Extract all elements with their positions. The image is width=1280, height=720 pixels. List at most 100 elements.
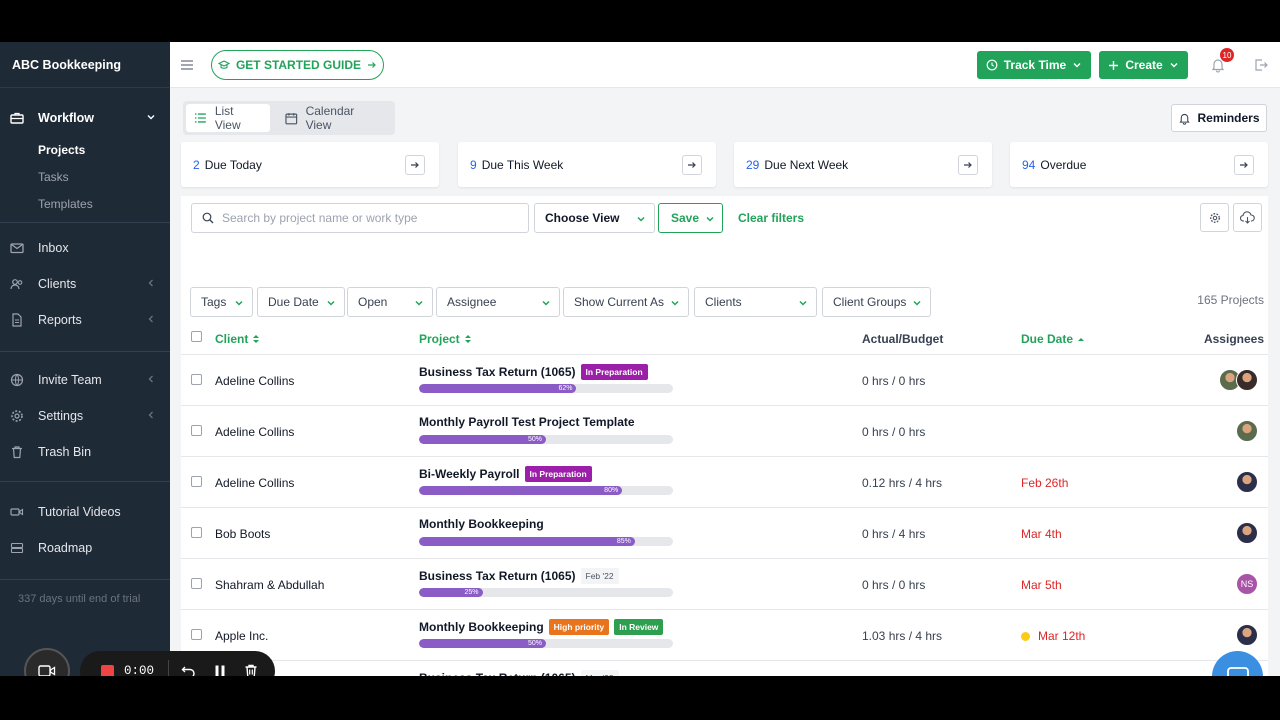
stat-card-due-next-week[interactable]: 29 Due Next Week xyxy=(734,142,992,187)
arrow-right-icon[interactable] xyxy=(405,155,425,175)
logout-icon[interactable] xyxy=(1254,58,1268,72)
table-row[interactable]: Adeline Collins Bi-Weekly Payroll In Prep… xyxy=(181,457,1268,508)
column-due-date[interactable]: Due Date xyxy=(1021,332,1085,346)
sidebar-item-label: Inbox xyxy=(38,241,69,255)
row-checkbox[interactable] xyxy=(191,629,202,640)
arrow-right-icon[interactable] xyxy=(682,155,702,175)
export-button[interactable] xyxy=(1233,203,1262,232)
arrow-right-icon[interactable] xyxy=(1234,155,1254,175)
filter-client-groups[interactable]: Client Groups xyxy=(822,287,931,317)
client-name[interactable]: Adeline Collins xyxy=(215,374,294,388)
guide-label: GET STARTED GUIDE xyxy=(235,58,362,72)
sidebar-item-reports[interactable]: Reports xyxy=(0,305,170,335)
row-checkbox[interactable] xyxy=(191,374,202,385)
sidebar-item-inbox[interactable]: Inbox xyxy=(0,233,170,263)
pause-icon[interactable] xyxy=(212,663,228,676)
stop-recording-button[interactable] xyxy=(101,664,114,676)
project-title[interactable]: Business Tax Return (1065) In Preparation xyxy=(419,364,648,380)
sidebar-item-trash[interactable]: Trash Bin xyxy=(0,437,170,467)
avatar[interactable] xyxy=(1236,420,1258,442)
get-started-guide-button[interactable]: GET STARTED GUIDE xyxy=(211,50,384,80)
due-date-text: Mar 5th xyxy=(1021,578,1062,592)
table-row[interactable]: Adeline Collins Monthly Payroll Test Pro… xyxy=(181,406,1268,457)
undo-icon[interactable] xyxy=(181,663,197,676)
sort-icon xyxy=(253,335,260,343)
avatar[interactable] xyxy=(1236,471,1258,493)
actual-budget: 0 hrs / 0 hrs xyxy=(862,578,926,592)
trash-icon[interactable] xyxy=(243,663,259,676)
sidebar-item-projects[interactable]: Projects xyxy=(38,143,85,157)
table-row[interactable]: Bob Boots Monthly Bookkeeping 85% 0 hrs … xyxy=(181,508,1268,559)
filter-show-current-as[interactable]: Show Current As xyxy=(563,287,689,317)
create-button[interactable]: Create xyxy=(1099,51,1188,79)
row-checkbox[interactable] xyxy=(191,425,202,436)
actual-budget: 0 hrs / 0 hrs xyxy=(862,374,926,388)
sidebar-item-tutorials[interactable]: Tutorial Videos xyxy=(0,497,170,527)
sidebar-item-roadmap[interactable]: Roadmap xyxy=(0,533,170,563)
table-row[interactable]: Shahram & Abdullah Business Tax Return (… xyxy=(181,661,1268,676)
settings-button[interactable] xyxy=(1200,203,1229,232)
stat-card-due-this-week[interactable]: 9 Due This Week xyxy=(458,142,716,187)
client-name[interactable]: Adeline Collins xyxy=(215,476,294,490)
filter-clients[interactable]: Clients xyxy=(694,287,817,317)
sidebar-item-invite-team[interactable]: Invite Team xyxy=(0,365,170,395)
globe-icon xyxy=(10,373,24,387)
arrow-right-icon[interactable] xyxy=(958,155,978,175)
column-client[interactable]: Client xyxy=(215,332,260,346)
column-project[interactable]: Project xyxy=(419,332,472,346)
client-name[interactable]: Adeline Collins xyxy=(215,425,294,439)
table-row[interactable]: Shahram & Abdullah Business Tax Return (… xyxy=(181,559,1268,610)
sidebar-item-clients[interactable]: Clients xyxy=(0,269,170,299)
search-input[interactable] xyxy=(222,211,512,225)
project-title[interactable]: Monthly Bookkeeping xyxy=(419,517,544,531)
clear-filters-link[interactable]: Clear filters xyxy=(738,211,804,225)
choose-view-dropdown[interactable]: Choose View xyxy=(534,203,655,233)
reminders-button[interactable]: Reminders xyxy=(1171,104,1267,132)
save-button[interactable]: Save xyxy=(658,203,723,233)
avatar[interactable] xyxy=(1236,369,1258,391)
table-row[interactable]: Apple Inc. Monthly Bookkeeping High prior… xyxy=(181,610,1268,661)
row-checkbox[interactable] xyxy=(191,476,202,487)
table-row[interactable]: Adeline Collins Business Tax Return (106… xyxy=(181,355,1268,406)
project-title[interactable]: Monthly Bookkeeping High priority In Revie… xyxy=(419,619,664,635)
sidebar-item-label: Trash Bin xyxy=(38,445,92,459)
assignees xyxy=(1236,471,1258,493)
project-title[interactable]: Monthly Payroll Test Project Template xyxy=(419,415,635,429)
project-title[interactable]: Business Tax Return (1065) Mar '22 xyxy=(419,670,619,676)
project-name: Monthly Payroll Test Project Template xyxy=(419,415,635,429)
filter-tags[interactable]: Tags xyxy=(190,287,253,317)
client-name[interactable]: Shahram & Abdullah xyxy=(215,578,324,592)
filter-label: Clients xyxy=(705,295,742,309)
track-time-button[interactable]: Track Time xyxy=(977,51,1091,79)
sidebar-item-label: Invite Team xyxy=(38,373,102,387)
project-title[interactable]: Business Tax Return (1065) Feb '22 xyxy=(419,568,619,584)
client-name[interactable]: Apple Inc. xyxy=(215,629,268,643)
filter-assignee[interactable]: Assignee xyxy=(436,287,560,317)
due-date-text: Feb 26th xyxy=(1021,476,1069,490)
recording-toolbar: 0:00 xyxy=(80,651,275,676)
sort-icon xyxy=(464,335,471,343)
avatar[interactable] xyxy=(1236,624,1258,646)
sidebar-item-settings[interactable]: Settings xyxy=(0,401,170,431)
tab-calendar-view[interactable]: Calendar View xyxy=(277,104,389,132)
filter-status[interactable]: Open xyxy=(347,287,433,317)
sidebar-item-tasks[interactable]: Tasks xyxy=(38,170,69,184)
reminders-label: Reminders xyxy=(1197,111,1260,125)
project-title[interactable]: Bi-Weekly Payroll In Preparation xyxy=(419,466,592,482)
sidebar-item-templates[interactable]: Templates xyxy=(38,197,93,211)
avatar[interactable] xyxy=(1236,522,1258,544)
client-name[interactable]: Bob Boots xyxy=(215,527,270,541)
row-checkbox[interactable] xyxy=(191,527,202,538)
sidebar-item-label: Clients xyxy=(38,277,77,291)
select-all-checkbox[interactable] xyxy=(191,331,202,342)
due-date: Mar 4th xyxy=(1021,527,1062,541)
sidebar-item-workflow[interactable]: Workflow xyxy=(0,103,170,133)
brand-name[interactable]: ABC Bookkeeping xyxy=(0,42,170,88)
stat-card-overdue[interactable]: 94 Overdue xyxy=(1010,142,1268,187)
filter-due-date[interactable]: Due Date xyxy=(257,287,345,317)
hamburger-menu-icon[interactable] xyxy=(180,58,194,72)
tab-list-view[interactable]: List View xyxy=(186,104,270,132)
row-checkbox[interactable] xyxy=(191,578,202,589)
avatar[interactable]: NS xyxy=(1236,573,1258,595)
stat-card-due-today[interactable]: 2 Due Today xyxy=(181,142,439,187)
